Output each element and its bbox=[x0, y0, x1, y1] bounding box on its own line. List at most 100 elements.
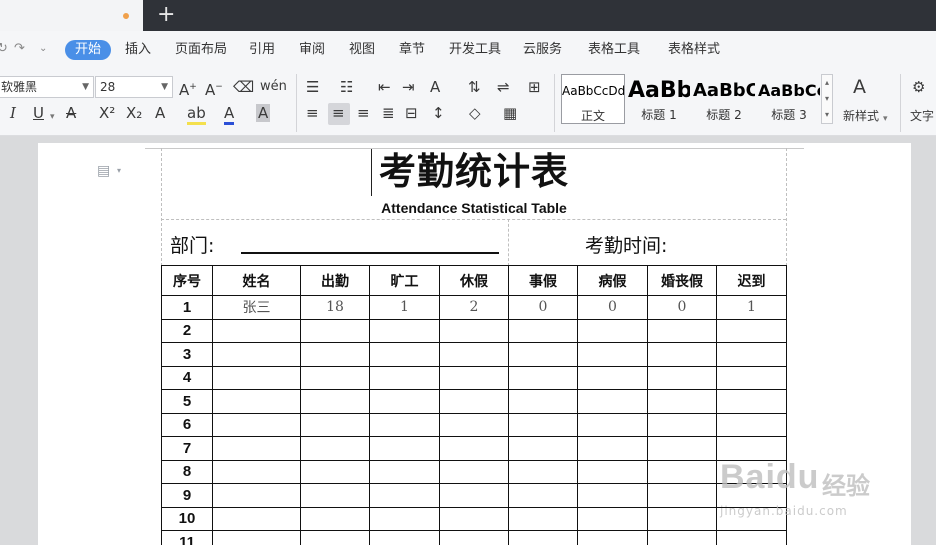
show-marks-icon[interactable]: ⇌ bbox=[497, 78, 510, 96]
table-cell[interactable] bbox=[508, 459, 578, 484]
grow-font-icon[interactable]: A+ bbox=[179, 78, 197, 99]
table-cell[interactable]: 0 bbox=[647, 295, 717, 320]
font-size-select[interactable]: 28 ▼ bbox=[95, 76, 173, 98]
table-header-cell[interactable]: 序号 bbox=[161, 265, 213, 296]
table-row-number[interactable]: 1 bbox=[161, 295, 213, 320]
table-cell[interactable] bbox=[300, 530, 370, 545]
table-cell[interactable] bbox=[508, 506, 578, 531]
table-cell[interactable] bbox=[647, 459, 717, 484]
table-cell[interactable] bbox=[647, 342, 717, 367]
superscript-icon[interactable]: X² bbox=[99, 104, 115, 122]
table-cell[interactable] bbox=[369, 459, 440, 484]
table-cell[interactable] bbox=[300, 459, 370, 484]
table-cell[interactable] bbox=[716, 389, 787, 414]
table-cell[interactable] bbox=[369, 412, 440, 437]
sort-icon[interactable]: ⇅ bbox=[468, 78, 481, 96]
table-cell[interactable] bbox=[369, 506, 440, 531]
table-cell[interactable] bbox=[212, 530, 301, 545]
align-center-icon[interactable]: ≡ bbox=[332, 104, 345, 122]
table-cell[interactable]: 张三 bbox=[212, 295, 301, 320]
menu-page-layout-tab[interactable]: 页面布局 bbox=[175, 40, 227, 60]
table-header-cell[interactable]: 婚丧假 bbox=[647, 265, 717, 296]
table-cell[interactable] bbox=[716, 318, 787, 343]
table-cell[interactable] bbox=[369, 436, 440, 461]
table-cell[interactable] bbox=[439, 530, 509, 545]
table-cell[interactable] bbox=[212, 506, 301, 531]
table-cell[interactable]: 1 bbox=[716, 295, 787, 320]
table-cell[interactable] bbox=[439, 318, 509, 343]
justify-icon[interactable]: ≣ bbox=[382, 104, 395, 122]
table-cell[interactable] bbox=[369, 389, 440, 414]
table-cell[interactable] bbox=[369, 483, 440, 508]
table-cell[interactable] bbox=[647, 483, 717, 508]
table-cell[interactable] bbox=[300, 389, 370, 414]
table-header-cell[interactable]: 病假 bbox=[577, 265, 648, 296]
document-nav-icon[interactable]: ▤ bbox=[97, 163, 110, 179]
menu-table-tools-tab[interactable]: 表格工具 bbox=[588, 40, 640, 60]
table-cell[interactable] bbox=[508, 318, 578, 343]
table-cell[interactable] bbox=[508, 530, 578, 545]
table-cell[interactable]: 18 bbox=[300, 295, 370, 320]
table-cell[interactable] bbox=[369, 342, 440, 367]
table-cell[interactable] bbox=[647, 318, 717, 343]
table-header-cell[interactable]: 迟到 bbox=[716, 265, 787, 296]
table-cell[interactable] bbox=[300, 506, 370, 531]
quick-access-dropdown-icon[interactable]: ⌄ bbox=[39, 43, 47, 54]
menu-developer-tab[interactable]: 开发工具 bbox=[449, 40, 501, 60]
chevron-down-icon[interactable]: ▾ bbox=[50, 108, 55, 126]
table-cell[interactable] bbox=[577, 412, 648, 437]
numbered-list-icon[interactable]: ☷ bbox=[340, 78, 353, 96]
table-cell[interactable] bbox=[508, 412, 578, 437]
menu-table-style-tab[interactable]: 表格样式 bbox=[668, 40, 720, 60]
table-cell[interactable] bbox=[647, 530, 717, 545]
font-color-icon[interactable]: A bbox=[224, 104, 235, 125]
table-cell[interactable] bbox=[577, 318, 648, 343]
table-cell[interactable] bbox=[439, 506, 509, 531]
table-cell[interactable]: 2 bbox=[439, 295, 509, 320]
new-style-label[interactable]: 新样式 bbox=[843, 107, 879, 125]
table-cell[interactable] bbox=[439, 365, 509, 390]
table-cell[interactable]: 1 bbox=[369, 295, 440, 320]
table-cell[interactable] bbox=[212, 412, 301, 437]
table-row-number[interactable]: 4 bbox=[161, 365, 213, 390]
italic-icon[interactable]: I bbox=[10, 104, 16, 122]
style-heading-2[interactable]: AaBbC 标题 2 bbox=[693, 74, 755, 124]
clear-format-icon[interactable]: ⌫ bbox=[233, 78, 254, 96]
chinese-layout-icon[interactable]: A bbox=[430, 78, 440, 96]
table-header-cell[interactable]: 出勤 bbox=[300, 265, 370, 296]
styles-scroll[interactable]: ▴ ▾ ▾ bbox=[821, 74, 833, 124]
table-cell[interactable]: 0 bbox=[577, 295, 648, 320]
table-cell[interactable] bbox=[212, 459, 301, 484]
style-heading-3[interactable]: AaBbCc 标题 3 bbox=[758, 74, 820, 124]
align-left-icon[interactable]: ≡ bbox=[306, 104, 319, 122]
table-cell[interactable] bbox=[577, 483, 648, 508]
table-header-cell[interactable]: 姓名 bbox=[212, 265, 301, 296]
chevron-down-icon[interactable]: ▾ bbox=[883, 110, 888, 128]
attendance-time-label[interactable]: 考勤时间: bbox=[585, 231, 667, 258]
menu-section-tab[interactable]: 章节 bbox=[399, 40, 425, 60]
table-row-number[interactable]: 2 bbox=[161, 318, 213, 343]
table-row-number[interactable]: 7 bbox=[161, 436, 213, 461]
attendance-table[interactable]: 序号 姓名 出勤 旷工 休假 事假 病假 婚丧假 迟到 1 张三 18 1 2 0 0 0 1 2… bbox=[161, 265, 787, 545]
table-row-number[interactable]: 9 bbox=[161, 483, 213, 508]
table-cell[interactable] bbox=[647, 506, 717, 531]
table-cell[interactable] bbox=[508, 483, 578, 508]
table-cell[interactable] bbox=[716, 342, 787, 367]
table-header-cell[interactable]: 旷工 bbox=[369, 265, 440, 296]
table-row-number[interactable]: 8 bbox=[161, 459, 213, 484]
table-cell[interactable] bbox=[508, 365, 578, 390]
highlight-icon[interactable]: ab bbox=[187, 104, 206, 125]
align-right-icon[interactable]: ≡ bbox=[357, 104, 370, 122]
table-cell[interactable] bbox=[212, 389, 301, 414]
table-cell[interactable] bbox=[369, 365, 440, 390]
table-cell[interactable] bbox=[439, 436, 509, 461]
table-cell[interactable] bbox=[439, 412, 509, 437]
table-cell[interactable] bbox=[300, 318, 370, 343]
menu-home-tab[interactable]: 开始 bbox=[65, 40, 112, 60]
table-cell[interactable] bbox=[212, 318, 301, 343]
table-cell[interactable] bbox=[508, 342, 578, 367]
table-grid-icon[interactable]: ⊞ bbox=[528, 78, 541, 96]
chevron-down-icon[interactable]: ▾ bbox=[117, 166, 121, 175]
table-cell[interactable]: 0 bbox=[508, 295, 578, 320]
menu-references-tab[interactable]: 引用 bbox=[249, 40, 275, 60]
